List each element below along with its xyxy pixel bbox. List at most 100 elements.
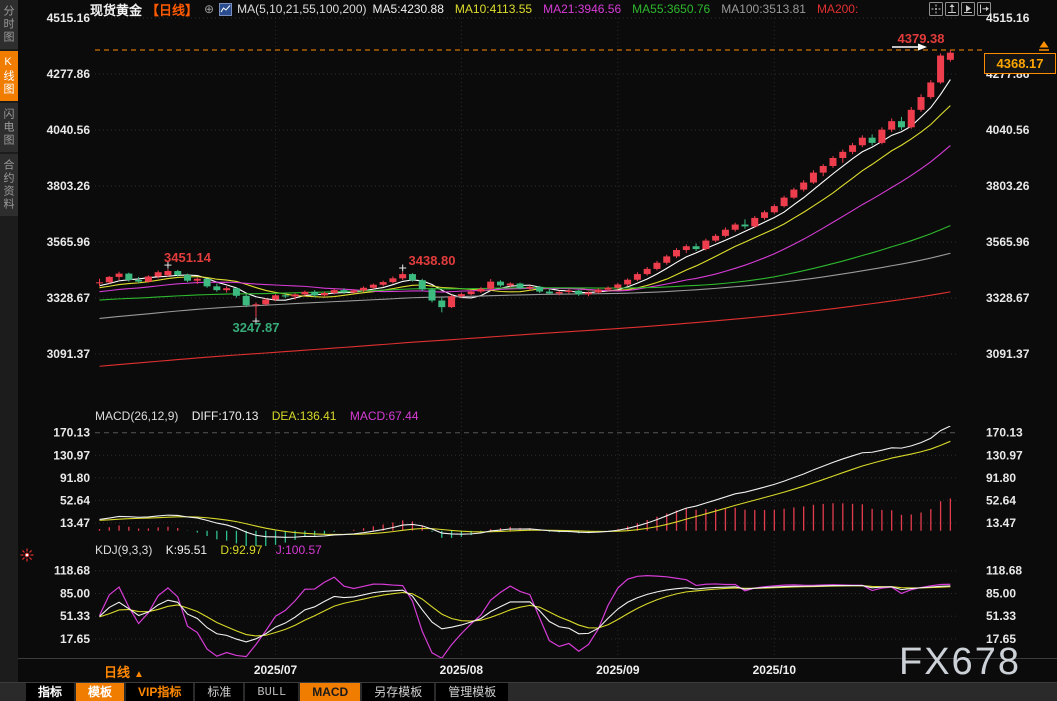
- toolbar-button-save-template[interactable]: 另存模板: [362, 683, 434, 701]
- price-annotation: 3451.14: [164, 250, 212, 265]
- price-axis-label: 3091.37: [47, 347, 91, 361]
- chart-canvas[interactable]: 4515.164515.164277.864277.864040.564040.…: [0, 0, 1057, 701]
- price-axis-label: 4277.86: [47, 67, 91, 81]
- price-axis-label: 13.47: [986, 516, 1016, 530]
- candlestick: [252, 304, 259, 305]
- candlestick: [605, 288, 612, 290]
- candlestick: [927, 82, 934, 97]
- candlestick: [898, 121, 905, 127]
- candlestick: [380, 282, 387, 285]
- kdj-k-line: [100, 586, 951, 642]
- candlestick: [790, 190, 797, 198]
- candlestick: [106, 277, 113, 282]
- candlestick: [908, 110, 915, 127]
- kdj-d-value: D:92.97: [220, 543, 262, 557]
- candlestick: [585, 292, 592, 294]
- ma5-line: [100, 80, 951, 301]
- candlestick: [370, 285, 377, 288]
- candlestick: [419, 280, 426, 289]
- price-axis-label: 52.64: [60, 493, 90, 507]
- candlestick: [761, 212, 768, 218]
- add-compare-icon[interactable]: ⊕: [204, 2, 214, 16]
- last-price-tag: 4368.17: [984, 53, 1056, 74]
- candlestick: [477, 289, 484, 292]
- dropdown-arrow-icon: ▲: [134, 669, 144, 680]
- candlestick: [595, 290, 602, 293]
- kdj-j-line: [100, 576, 951, 659]
- candlestick: [213, 286, 220, 290]
- period-label[interactable]: 【日线】: [146, 0, 198, 19]
- kdj-title: KDJ(9,3,3): [95, 543, 152, 557]
- candlestick: [282, 295, 289, 296]
- candlestick: [321, 293, 328, 295]
- candlestick: [223, 288, 230, 290]
- candlestick: [810, 173, 817, 183]
- sidebar-tab-time-chart[interactable]: 分时图: [0, 0, 18, 49]
- candlestick: [96, 282, 103, 283]
- xaxis-month-label-3: 2025/10: [753, 663, 796, 677]
- candlestick: [116, 274, 123, 277]
- price-axis-label: 170.13: [53, 426, 90, 440]
- toolbar-button-vip-indicator[interactable]: VIP指标: [126, 683, 193, 701]
- ma-value-3: MA55:3650.76: [632, 2, 710, 16]
- price-axis-label: 3565.96: [986, 235, 1030, 249]
- toolbar-button-macd[interactable]: MACD: [300, 683, 360, 701]
- sidebar-tab-contract-info[interactable]: 合约资料: [0, 154, 18, 216]
- toolbar-button-standard[interactable]: 标准: [195, 683, 243, 701]
- ma-value-5: MA200:: [817, 2, 858, 16]
- sidebar-tab-kline-chart[interactable]: K线图: [0, 51, 18, 101]
- toolbar-button-template[interactable]: 模板: [76, 683, 124, 701]
- price-flag-icon: [1040, 41, 1049, 48]
- kdj-j-value: J:100.57: [276, 543, 322, 557]
- candlestick: [741, 225, 748, 227]
- candlestick: [272, 295, 279, 299]
- toolbar-button-manage-template[interactable]: 管理模板: [436, 683, 508, 701]
- candlestick: [409, 274, 416, 280]
- candlestick: [458, 294, 465, 296]
- sidebar-tab-flash-chart[interactable]: 闪电图: [0, 103, 18, 152]
- candlestick: [174, 271, 181, 275]
- price-axis-label: 170.13: [986, 426, 1023, 440]
- chart-type-sidebar: 分时图 K线图 闪电图 合约资料: [0, 0, 18, 701]
- price-axis-label: 118.68: [54, 564, 90, 578]
- ma-value-0: MA5:4230.88: [373, 2, 444, 16]
- candlestick: [771, 206, 778, 212]
- timeframe-dropdown[interactable]: 日线▲: [104, 662, 144, 681]
- symbol-title: 现货黄金: [90, 0, 142, 19]
- mini-chart-icon[interactable]: [219, 3, 232, 16]
- ma-value-1: MA10:4113.55: [455, 2, 532, 16]
- candlestick: [233, 288, 240, 296]
- candlestick: [653, 263, 660, 269]
- candlestick: [331, 290, 338, 293]
- candlestick: [468, 292, 475, 295]
- toolbar-button-indicator[interactable]: 指标: [26, 683, 74, 701]
- price-axis-label: 130.97: [53, 448, 90, 462]
- candlestick: [683, 246, 690, 250]
- macd-title-row: MACD(26,12,9) DIFF:170.13 DEA:136.41 MAC…: [95, 409, 429, 423]
- candlestick: [614, 284, 621, 287]
- price-axis-label: 85.00: [986, 586, 1016, 600]
- candlestick: [301, 292, 308, 295]
- kdj-title-row: KDJ(9,3,3) K:95.51 D:92.97 J:100.57: [95, 543, 332, 557]
- candlestick: [243, 296, 250, 305]
- price-axis-label: 3091.37: [986, 347, 1030, 361]
- candlestick: [507, 284, 514, 286]
- watermark-logo: FX678: [899, 641, 1021, 684]
- price-annotation: 3438.80: [409, 253, 456, 268]
- macd-title: MACD(26,12,9): [95, 409, 178, 423]
- candlestick: [673, 250, 680, 256]
- alert-icon[interactable]: [20, 548, 34, 562]
- price-axis-label: 130.97: [986, 448, 1023, 462]
- candlestick: [438, 301, 445, 308]
- candlestick: [497, 282, 504, 286]
- candlestick: [644, 269, 651, 274]
- candlestick: [556, 292, 563, 293]
- candlestick: [565, 291, 572, 292]
- price-axis-label: 3328.67: [47, 291, 91, 305]
- price-axis-label: 4040.56: [986, 123, 1030, 137]
- candlestick: [155, 272, 162, 276]
- candlestick: [487, 282, 494, 289]
- candlestick: [135, 280, 142, 282]
- toolbar-button-bull[interactable]: BULL: [245, 683, 298, 701]
- price-axis-label: 17.65: [60, 632, 90, 646]
